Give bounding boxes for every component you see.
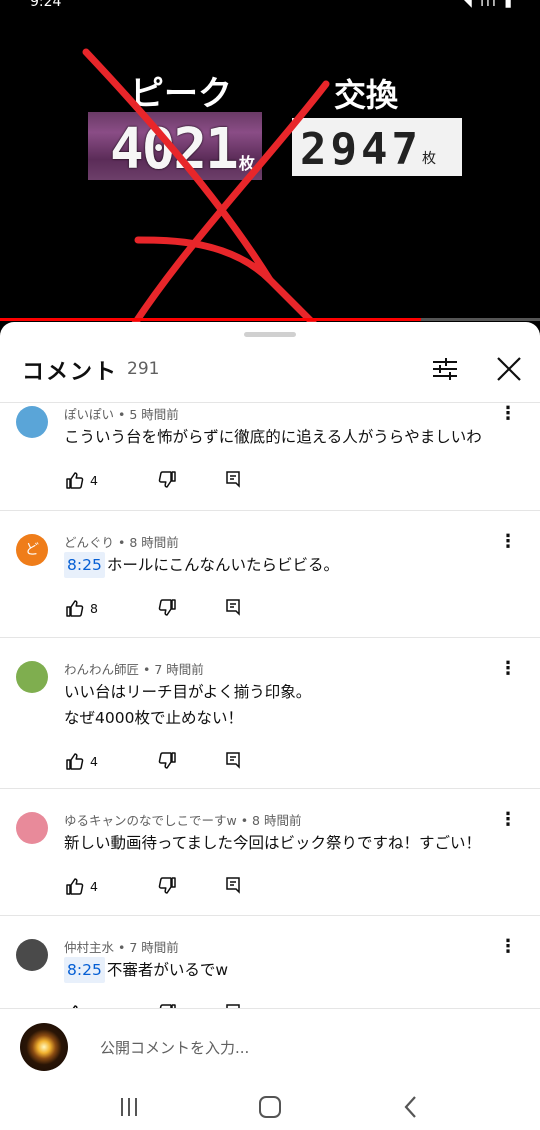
comments-count: 291 <box>127 359 160 379</box>
comment-author[interactable]: どんぐり • 8 時間前 <box>64 532 179 551</box>
like-icon[interactable] <box>64 597 86 619</box>
comment-text: 新しい動画待ってました今回はビック祭りですね！すごい！ <box>64 830 504 856</box>
comments-sheet: コメント 291 ぽいぽい • 5 時間前 ⋮ こういう台を怖がらずに徹底的に追える… <box>0 322 540 1130</box>
close-icon <box>497 357 521 381</box>
status-bar: 9:24 ◥ ıll ▮ <box>0 0 540 14</box>
timestamp-link[interactable]: 8:25 <box>64 957 105 983</box>
reply-icon[interactable] <box>222 597 244 619</box>
sliders-icon <box>433 358 457 380</box>
comment-actions: 4 <box>64 1001 244 1008</box>
comment-avatar[interactable] <box>16 661 48 693</box>
like-icon[interactable] <box>64 875 86 897</box>
recent-apps-button[interactable] <box>114 1092 144 1122</box>
close-button[interactable] <box>492 352 526 386</box>
comments-title: コメント <box>22 360 119 385</box>
dislike-icon[interactable] <box>156 597 178 619</box>
recent-apps-icon <box>121 1098 137 1116</box>
video-player[interactable]: ピーク 交換 4021 枚 2947 枚 <box>0 0 540 322</box>
comment-input[interactable]: 公開コメントを入力... <box>100 1037 249 1058</box>
video-progress-fill <box>0 318 422 321</box>
comment-line: 新しい動画待ってました今回はビック祭りですね！すごい！ <box>64 834 481 852</box>
comment-line: ホールにこんなんいたらビビる。 <box>106 556 340 574</box>
status-icons: ◥ ıll ▮ <box>460 0 514 10</box>
comment-list[interactable]: ぽいぽい • 5 時間前 ⋮ こういう台を怖がらずに徹底的に追える人がうらやましいわ… <box>0 403 540 1008</box>
dislike-icon[interactable] <box>156 750 178 772</box>
comment-line: いい台はリーチ目がよく揃う印象。 <box>64 683 312 701</box>
comment-author[interactable]: わんわん師匠 • 7 時間前 <box>64 659 204 678</box>
home-icon <box>259 1096 281 1118</box>
comment-input-bar: 公開コメントを入力... <box>0 1008 540 1084</box>
comment-author[interactable]: ぽいぽい • 5 時間前 <box>64 404 179 423</box>
reply-icon[interactable] <box>222 750 244 772</box>
comment-text: 8:25 ホールにこんなんいたらビビる。 <box>64 552 504 578</box>
timestamp-link[interactable]: 8:25 <box>64 552 105 578</box>
comment-actions: 4 <box>64 749 244 773</box>
like-count: 4 <box>90 472 98 488</box>
comment-avatar[interactable] <box>16 939 48 971</box>
like-icon[interactable] <box>64 469 86 491</box>
filter-button[interactable] <box>428 352 462 386</box>
home-button[interactable] <box>255 1092 285 1122</box>
comment-actions: 8 <box>64 596 244 620</box>
comment-avatar[interactable] <box>16 406 48 438</box>
comment-author[interactable]: 仲村主水 • 7 時間前 <box>64 937 179 956</box>
comment-item[interactable]: どどんぐり • 8 時間前 ⋮ 8:25 ホールにこんなんいたらビビる。 8 <box>0 511 540 638</box>
comment-actions: 4 <box>64 874 244 898</box>
back-icon <box>404 1096 416 1118</box>
status-time: 9:24 <box>30 0 62 10</box>
system-nav-bar <box>0 1084 540 1130</box>
red-x-mark-icon <box>82 48 330 322</box>
back-button[interactable] <box>396 1092 426 1122</box>
comment-actions: 4 <box>64 468 244 492</box>
reply-icon[interactable] <box>222 469 244 491</box>
comment-line: こういう台を怖がらずに徹底的に追える人がうらやましいわ <box>64 428 482 446</box>
dislike-icon[interactable] <box>156 875 178 897</box>
comment-item[interactable]: 仲村主水 • 7 時間前⋮8:25不審者がいるでw4 <box>0 916 540 1008</box>
comment-item[interactable]: ゆるキャンのなでしこでーすw • 8 時間前 ⋮ 新しい動画待ってました今回はビック… <box>0 789 540 916</box>
reply-icon[interactable] <box>222 875 244 897</box>
comment-author[interactable]: ゆるキャンのなでしこでーすw • 8 時間前 <box>64 810 301 829</box>
like-icon[interactable] <box>64 750 86 772</box>
comment-item[interactable]: ぽいぽい • 5 時間前 ⋮ こういう台を怖がらずに徹底的に追える人がうらやましいわ… <box>0 403 540 511</box>
comment-avatar[interactable] <box>16 812 48 844</box>
like-count: 8 <box>90 600 98 616</box>
comment-text: こういう台を怖がらずに徹底的に追える人がうらやましいわ <box>64 424 504 450</box>
like-count: 4 <box>90 878 98 894</box>
dislike-icon[interactable] <box>156 469 178 491</box>
sheet-drag-handle[interactable] <box>244 332 296 337</box>
comment-line: なぜ4000枚で止めない！ <box>64 709 243 727</box>
like-count: 4 <box>90 753 98 769</box>
comment-text: 8:25 不審者がいるでw <box>64 957 504 983</box>
comment-item[interactable]: わんわん師匠 • 7 時間前 ⋮ いい台はリーチ目がよく揃う印象。 なぜ4000枚で止… <box>0 638 540 789</box>
comment-avatar[interactable]: ど <box>16 534 48 566</box>
current-user-avatar <box>20 1023 68 1071</box>
video-progress-bar[interactable] <box>0 318 540 321</box>
comment-text: いい台はリーチ目がよく揃う印象。 なぜ4000枚で止めない！ <box>64 679 504 731</box>
comment-line: 不審者がいるでw <box>106 961 228 979</box>
